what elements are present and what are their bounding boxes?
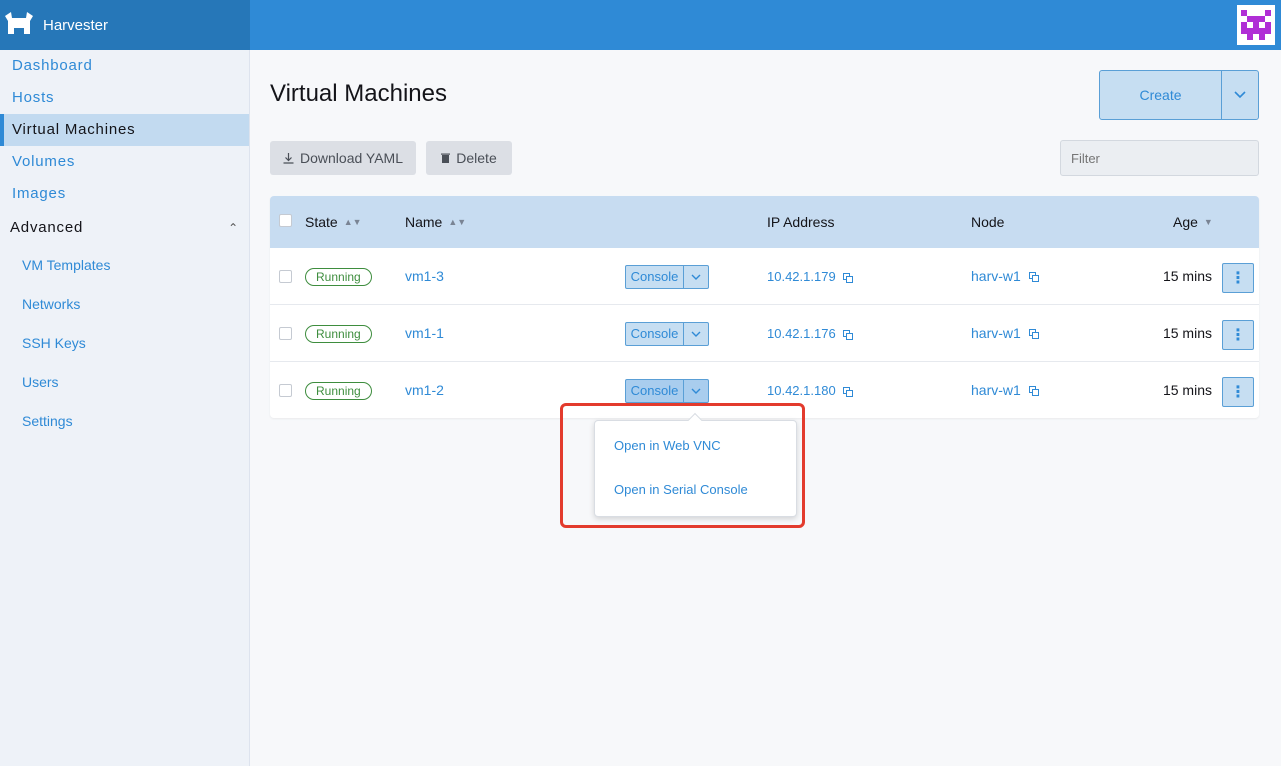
console-button[interactable]: Console [626, 266, 684, 288]
sidebar-item-settings[interactable]: Settings [0, 402, 249, 441]
create-button-group: Create [1099, 70, 1259, 120]
row-checkbox[interactable] [279, 384, 292, 397]
table-header: State ▲▼ Name ▲▼ IP Address Node Age ▼ [270, 196, 1259, 248]
sidebar-item-vm-templates[interactable]: VM Templates [0, 246, 249, 285]
create-dropdown-button[interactable] [1222, 71, 1258, 119]
delete-label: Delete [456, 150, 497, 166]
sort-icon: ▲▼ [343, 217, 362, 227]
node-link[interactable]: harv-w1 [971, 268, 1039, 284]
select-all-checkbox[interactable] [279, 214, 292, 227]
page-title: Virtual Machines [270, 80, 447, 107]
ip-address-link[interactable]: 10.42.1.176 [767, 326, 854, 341]
highlight-annotation [560, 403, 805, 528]
harvester-logo-icon [5, 12, 33, 34]
sort-down-icon: ▼ [1203, 217, 1213, 227]
age-value: 15 mins [1162, 382, 1212, 398]
sidebar: Dashboard Hosts Virtual Machines Volumes… [0, 50, 250, 766]
copy-icon[interactable] [1028, 272, 1039, 283]
age-value: 15 mins [1162, 268, 1212, 284]
copy-icon[interactable] [1028, 329, 1039, 340]
console-dropdown-button[interactable] [684, 380, 708, 402]
ip-address-link[interactable]: 10.42.1.179 [767, 269, 854, 284]
column-header-node: Node [971, 214, 1005, 230]
kebab-icon: ⋮ [1230, 270, 1246, 287]
sidebar-item-networks[interactable]: Networks [0, 285, 249, 324]
column-header-age[interactable]: Age ▼ [1173, 196, 1213, 248]
table-row: Running vm1-3 Console 10.42.1.179 harv-w… [270, 248, 1259, 305]
sidebar-item-virtual-machines[interactable]: Virtual Machines [0, 114, 249, 146]
sidebar-item-ssh-keys[interactable]: SSH Keys [0, 324, 249, 363]
brand[interactable]: Harvester [0, 0, 250, 50]
node-text: harv-w1 [971, 325, 1021, 341]
status-badge: Running [305, 268, 372, 286]
row-checkbox[interactable] [279, 270, 292, 283]
download-yaml-label: Download YAML [300, 150, 403, 166]
node-text: harv-w1 [971, 268, 1021, 284]
ip-address-link[interactable]: 10.42.1.180 [767, 383, 854, 398]
avatar[interactable] [1237, 5, 1275, 45]
chevron-down-icon [691, 388, 701, 394]
create-button[interactable]: Create [1100, 71, 1222, 119]
age-value: 15 mins [1162, 325, 1212, 341]
kebab-icon: ⋮ [1230, 384, 1246, 401]
avatar-identicon-icon [1241, 10, 1271, 40]
console-button[interactable]: Console [626, 380, 684, 402]
chevron-down-icon [691, 274, 701, 280]
chevron-down-icon [691, 331, 701, 337]
copy-icon[interactable] [843, 329, 854, 340]
trash-icon [441, 153, 451, 163]
console-button-group: Console [625, 379, 709, 403]
filter-input[interactable] [1060, 140, 1259, 176]
sidebar-item-images[interactable]: Images [0, 178, 249, 210]
row-checkbox[interactable] [279, 327, 292, 340]
copy-icon[interactable] [843, 386, 854, 397]
node-text: harv-w1 [971, 382, 1021, 398]
column-header-age-label: Age [1173, 214, 1198, 230]
column-header-ip: IP Address [767, 214, 835, 230]
download-yaml-button[interactable]: Download YAML [270, 141, 416, 175]
sidebar-group-label: Advanced [10, 219, 84, 236]
table-row: Running vm1-1 Console 10.42.1.176 harv-w… [270, 305, 1259, 362]
sort-icon: ▲▼ [448, 217, 467, 227]
console-dropdown-button[interactable] [684, 266, 708, 288]
row-actions-button[interactable]: ⋮ [1222, 263, 1254, 293]
top-bar: Harvester [0, 0, 1281, 50]
delete-button[interactable]: Delete [426, 141, 512, 175]
column-header-state[interactable]: State ▲▼ [305, 196, 362, 248]
download-icon [283, 152, 294, 164]
column-header-state-label: State [305, 214, 338, 230]
vm-name-link[interactable]: vm1-2 [405, 382, 444, 398]
chevron-down-icon [1234, 91, 1246, 99]
copy-icon[interactable] [843, 272, 854, 283]
ip-address-text: 10.42.1.176 [767, 326, 836, 341]
node-link[interactable]: harv-w1 [971, 325, 1039, 341]
console-dropdown-button[interactable] [684, 323, 708, 345]
status-badge: Running [305, 382, 372, 400]
row-actions-button[interactable]: ⋮ [1222, 320, 1254, 350]
console-button-group: Console [625, 265, 709, 289]
vm-name-link[interactable]: vm1-1 [405, 325, 444, 341]
chevron-up-icon: ⌃ [228, 221, 239, 235]
console-button[interactable]: Console [626, 323, 684, 345]
copy-icon[interactable] [1028, 386, 1039, 397]
node-link[interactable]: harv-w1 [971, 382, 1039, 398]
kebab-icon: ⋮ [1230, 327, 1246, 344]
sidebar-item-volumes[interactable]: Volumes [0, 146, 249, 178]
console-button-group: Console [625, 322, 709, 346]
column-header-name-label: Name [405, 214, 443, 230]
column-header-name[interactable]: Name ▲▼ [405, 196, 466, 248]
row-actions-button[interactable]: ⋮ [1222, 377, 1254, 407]
vm-table: State ▲▼ Name ▲▼ IP Address Node Age ▼ R… [270, 196, 1259, 418]
vm-name-link[interactable]: vm1-3 [405, 268, 444, 284]
sidebar-item-hosts[interactable]: Hosts [0, 82, 249, 114]
sidebar-item-dashboard[interactable]: Dashboard [0, 50, 249, 82]
sidebar-item-users[interactable]: Users [0, 363, 249, 402]
ip-address-text: 10.42.1.180 [767, 383, 836, 398]
app-name: Harvester [43, 16, 109, 34]
status-badge: Running [305, 325, 372, 343]
ip-address-text: 10.42.1.179 [767, 269, 836, 284]
sidebar-group-advanced[interactable]: Advanced ⌃ [0, 210, 249, 246]
